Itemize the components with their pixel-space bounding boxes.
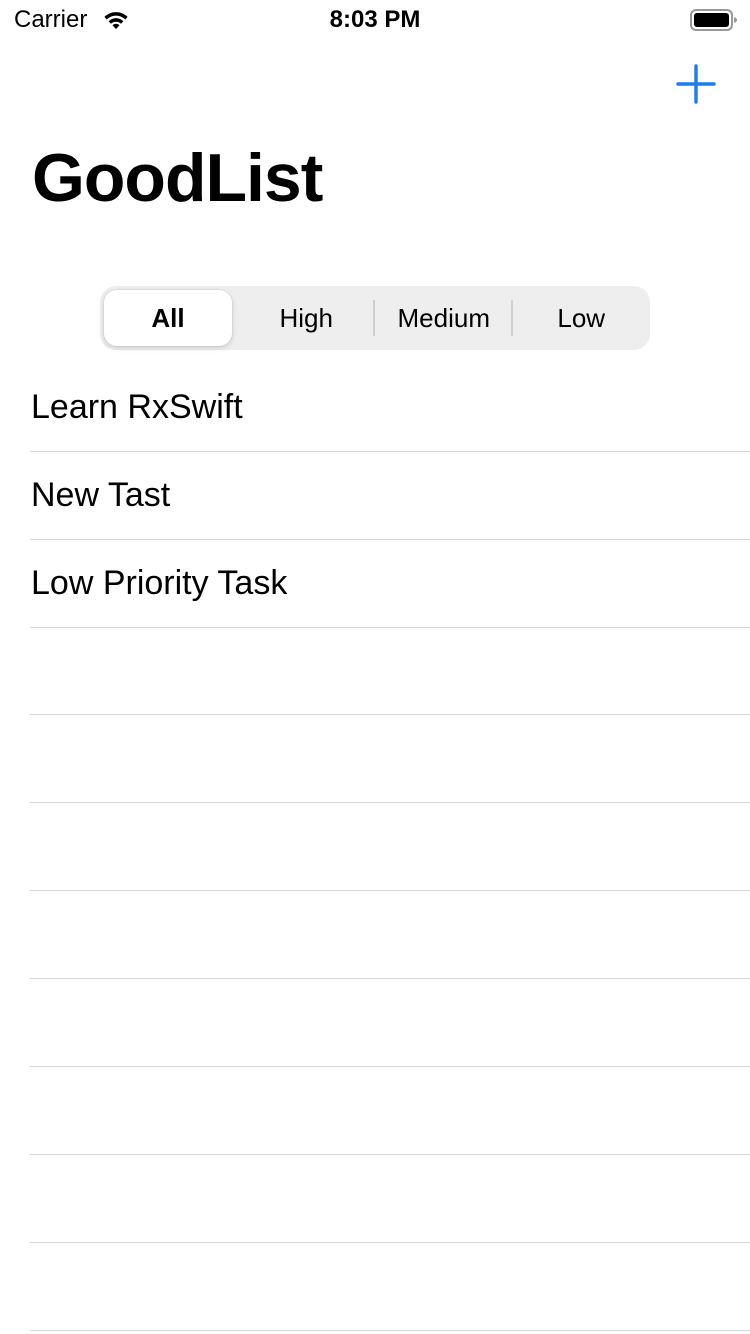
task-title: Low Priority Task: [31, 564, 288, 602]
task-list: Learn RxSwift New Tast Low Priority Task: [0, 364, 750, 628]
segment-high[interactable]: High: [238, 286, 376, 350]
plus-icon: [676, 64, 716, 104]
status-bar: Carrier 8:03 PM: [0, 0, 750, 40]
battery-full-icon: [690, 9, 737, 31]
empty-row: [30, 627, 750, 715]
empty-row: [30, 1155, 750, 1243]
table-row[interactable]: Learn RxSwift: [30, 364, 750, 452]
empty-row: [30, 715, 750, 803]
status-time: 8:03 PM: [329, 6, 421, 33]
empty-row: [30, 891, 750, 979]
task-title: New Tast: [31, 476, 171, 514]
task-title: Learn RxSwift: [31, 388, 243, 426]
page-title: GoodList: [32, 140, 323, 216]
empty-row: [30, 979, 750, 1067]
segment-medium[interactable]: Medium: [375, 286, 513, 350]
empty-table-rows: [30, 627, 750, 1331]
segment-all[interactable]: All: [104, 290, 232, 346]
table-row[interactable]: New Tast: [30, 452, 750, 540]
segment-low[interactable]: Low: [513, 286, 651, 350]
priority-segmented-control: All High Medium Low: [100, 286, 650, 350]
empty-row: [30, 803, 750, 891]
empty-row: [30, 1067, 750, 1155]
empty-row: [30, 1243, 750, 1331]
table-row[interactable]: Low Priority Task: [30, 540, 750, 628]
add-task-button[interactable]: [672, 60, 720, 108]
